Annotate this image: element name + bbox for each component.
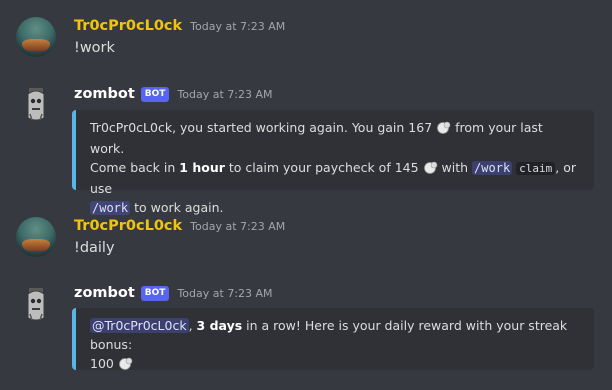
- user-mention[interactable]: @Tr0cPr0cL0ck: [90, 318, 189, 333]
- inline-code-claim: claim: [516, 162, 556, 175]
- message-header: zombot BOT Today at 7:23 AM: [74, 285, 273, 301]
- zombie-avatar[interactable]: [16, 84, 56, 124]
- message-text: !daily: [74, 240, 115, 256]
- bot-embed: @Tr0cPr0cL0ck, 3 days in a row! Here is …: [72, 308, 594, 371]
- message-text: !work: [74, 40, 115, 56]
- embed-text: with: [441, 160, 469, 175]
- bot-badge: BOT: [140, 285, 170, 301]
- embed-line-2: 100: [90, 354, 580, 375]
- embed-line-1: @Tr0cPr0cL0ck, 3 days in a row! Here is …: [90, 316, 580, 354]
- embed-line-1: Tr0cPr0cL0ck, you started working again.…: [90, 118, 580, 158]
- slash-command-work[interactable]: /work: [472, 161, 513, 175]
- embed-line-2: Come back in 1 hour to claim your payche…: [90, 158, 580, 198]
- coin-icon: [436, 120, 451, 139]
- embed-bold-text: 1 hour: [179, 160, 225, 175]
- user-avatar[interactable]: [16, 217, 56, 257]
- message-header: zombot BOT Today at 7:23 AM: [74, 86, 273, 102]
- zombie-avatar[interactable]: [16, 284, 56, 324]
- embed-text: to claim your paycheck of 145: [228, 160, 419, 175]
- timestamp[interactable]: Today at 7:23 AM: [190, 20, 285, 33]
- message-user-work: Tr0cPr0cL0ck Today at 7:23 AM !work: [0, 0, 612, 80]
- coin-icon: [118, 356, 133, 375]
- embed-text: ,: [188, 318, 193, 333]
- timestamp[interactable]: Today at 7:23 AM: [177, 287, 272, 300]
- timestamp[interactable]: Today at 7:23 AM: [177, 88, 272, 101]
- author-name[interactable]: Tr0cPr0cL0ck: [74, 18, 182, 34]
- message-bot-work: zombot BOT Today at 7:23 AM Tr0cPr0cL0ck…: [0, 80, 612, 215]
- coin-icon: [423, 160, 438, 179]
- author-name[interactable]: Tr0cPr0cL0ck: [74, 218, 182, 234]
- message-header: Tr0cPr0cL0ck Today at 7:23 AM: [74, 18, 285, 34]
- zombie-icon: [27, 88, 45, 121]
- user-avatar[interactable]: [16, 17, 56, 57]
- bot-embed: Tr0cPr0cL0ck, you started working again.…: [72, 110, 594, 215]
- embed-bold-text: 3 days: [196, 318, 243, 333]
- author-name[interactable]: zombot: [74, 86, 135, 102]
- bot-badge: BOT: [140, 86, 170, 102]
- message-header: Tr0cPr0cL0ck Today at 7:23 AM: [74, 218, 285, 234]
- embed-text: Come back in: [90, 160, 176, 175]
- message-user-daily: Tr0cPr0cL0ck Today at 7:23 AM !daily: [0, 200, 612, 280]
- embed-text: Tr0cPr0cL0ck, you started working again.…: [90, 120, 433, 135]
- timestamp[interactable]: Today at 7:23 AM: [190, 220, 285, 233]
- zombie-icon: [27, 288, 45, 321]
- reward-amount: 100: [90, 356, 114, 371]
- message-bot-daily: zombot BOT Today at 7:23 AM @Tr0cPr0cL0c…: [0, 280, 612, 390]
- author-name[interactable]: zombot: [74, 285, 135, 301]
